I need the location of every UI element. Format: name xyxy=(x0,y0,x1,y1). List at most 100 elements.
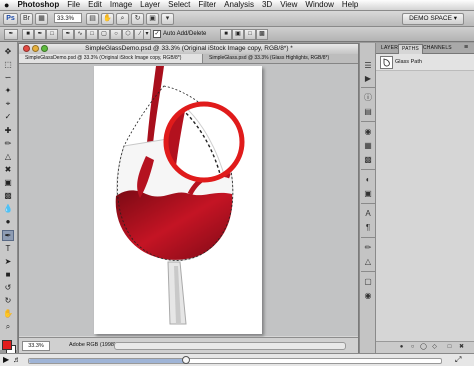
document-tab-simpleglass[interactable]: SimpleGlass.psd @ 33.3% (Glass Highlight… xyxy=(203,54,358,63)
playback-scrubber[interactable] xyxy=(181,356,190,364)
path-selection-tool-icon[interactable]: ➤ xyxy=(2,257,14,266)
healing-brush-tool-icon[interactable]: ✚ xyxy=(2,126,14,135)
history-panel-icon[interactable]: ☰ xyxy=(362,61,374,71)
volume-icon[interactable]: ♬ xyxy=(13,355,21,365)
zoom-tool-icon[interactable]: ⌕ xyxy=(116,13,129,25)
history-brush-tool-icon[interactable]: ✖ xyxy=(2,165,14,174)
actions-panel-icon[interactable]: ▶ xyxy=(362,74,374,84)
foreground-color-swatch[interactable] xyxy=(2,340,12,350)
brushes-panel-icon[interactable]: ✏ xyxy=(362,243,374,253)
make-work-path-icon[interactable]: ◇ xyxy=(431,344,438,351)
path-combine-icon[interactable]: ■ xyxy=(220,29,232,40)
apple-menu-icon[interactable]: ● xyxy=(4,0,9,10)
brush-tool-icon[interactable]: ✏ xyxy=(2,139,14,148)
document-canvas[interactable] xyxy=(94,66,262,334)
hand-tool-icon[interactable]: ✋ xyxy=(101,13,114,25)
info-panel-icon[interactable]: ⓘ xyxy=(362,93,374,103)
paragraph-panel-icon[interactable]: ¶ xyxy=(362,223,374,233)
freeform-pen-icon[interactable]: ∿ xyxy=(74,29,86,40)
menu-image[interactable]: Image xyxy=(110,0,132,10)
menu-help[interactable]: Help xyxy=(342,0,358,10)
path-subtract-icon[interactable]: □ xyxy=(244,29,256,40)
menu-edit[interactable]: Edit xyxy=(88,0,102,10)
adjustments-panel-icon[interactable]: ◐ xyxy=(362,175,374,185)
new-path-icon[interactable]: □ xyxy=(446,344,453,351)
delete-path-icon[interactable]: ✖ xyxy=(458,344,465,351)
ellipse-icon[interactable]: ○ xyxy=(110,29,122,40)
shape-layers-icon[interactable]: ■ xyxy=(22,29,34,40)
menu-view[interactable]: View xyxy=(280,0,297,10)
crop-tool-icon[interactable]: ⌖ xyxy=(2,99,14,108)
menu-analysis[interactable]: Analysis xyxy=(224,0,254,10)
menu-filter[interactable]: Filter xyxy=(198,0,216,10)
rounded-rectangle-icon[interactable]: ▢ xyxy=(98,29,110,40)
fill-path-icon[interactable]: ● xyxy=(398,344,405,351)
clone-stamp-tool-icon[interactable]: △ xyxy=(2,152,14,161)
clone-source-panel-icon[interactable]: △ xyxy=(362,257,374,267)
lasso-tool-icon[interactable]: ∽ xyxy=(2,73,14,82)
close-window-icon[interactable] xyxy=(23,45,30,52)
stroke-path-icon[interactable]: ○ xyxy=(409,344,416,351)
eyedropper-tool-icon[interactable]: ✓ xyxy=(2,112,14,121)
zoom-window-icon[interactable] xyxy=(41,45,48,52)
pen-icon[interactable]: ✒ xyxy=(62,29,74,40)
tab-channels[interactable]: CHANNELS xyxy=(420,44,455,53)
pen-tool-preset-icon[interactable]: ✒ xyxy=(4,29,18,40)
move-tool-icon[interactable]: ✥ xyxy=(2,47,14,56)
swatches-panel-icon[interactable]: ▦ xyxy=(362,141,374,151)
auto-add-delete-option[interactable]: ✓ Auto Add/Delete xyxy=(153,29,206,39)
shape-tool-icon[interactable]: ■ xyxy=(2,270,14,279)
menu-layer[interactable]: Layer xyxy=(140,0,160,10)
3d-panel-icon[interactable]: ▢ xyxy=(362,277,374,287)
arrange-documents-icon[interactable]: ▤ xyxy=(86,13,99,25)
marquee-tool-icon[interactable]: ⬚ xyxy=(2,60,14,69)
color-panel-icon[interactable]: ◉ xyxy=(362,127,374,137)
minimize-window-icon[interactable] xyxy=(32,45,39,52)
horizontal-scrollbar[interactable] xyxy=(114,342,346,350)
path-row-glass-path[interactable]: Glass Path xyxy=(376,54,474,71)
screen-mode-icon[interactable]: ▣ xyxy=(146,13,159,25)
quick-select-tool-icon[interactable]: ✦ xyxy=(2,86,14,95)
zoom-field[interactable]: 33.3% xyxy=(22,341,50,351)
gradient-tool-icon[interactable]: ▩ xyxy=(2,191,14,200)
pen-tool-icon[interactable]: ✒ xyxy=(2,230,14,241)
path-add-icon[interactable]: ▣ xyxy=(232,29,244,40)
menu-select[interactable]: Select xyxy=(168,0,190,10)
workspace-switcher[interactable]: DEMO SPACE ▾ xyxy=(402,13,464,25)
type-tool-icon[interactable]: T xyxy=(2,244,14,253)
styles-panel-icon[interactable]: ▩ xyxy=(362,155,374,165)
3d-orbit-tool-icon[interactable]: ↻ xyxy=(2,296,14,305)
fill-pixels-icon[interactable]: □ xyxy=(46,29,58,40)
menu-3d[interactable]: 3D xyxy=(262,0,272,10)
ps-logo-icon[interactable]: Ps xyxy=(3,13,18,25)
document-tab-simpleglassdemo[interactable]: SimpleGlassDemo.psd @ 33.3% (Original iS… xyxy=(19,54,203,63)
geometry-options-icon[interactable]: ▾ xyxy=(143,29,151,40)
zoom-level-select[interactable]: 33.3% xyxy=(54,13,82,23)
hand-tool-icon[interactable]: ✋ xyxy=(2,309,14,318)
auto-add-checkbox[interactable]: ✓ xyxy=(153,30,161,38)
paths-mode-icon[interactable]: ✒ xyxy=(34,29,46,40)
3d-rotate-tool-icon[interactable]: ↺ xyxy=(2,283,14,292)
path-intersect-icon[interactable]: ▩ xyxy=(256,29,268,40)
path-name[interactable]: Glass Path xyxy=(395,57,422,67)
blur-tool-icon[interactable]: 💧 xyxy=(2,204,14,213)
rectangle-icon[interactable]: □ xyxy=(86,29,98,40)
screen-mode-menu-icon[interactable]: ▾ xyxy=(161,13,174,25)
menu-file[interactable]: File xyxy=(67,0,80,10)
view-extras-icon[interactable]: ▦ xyxy=(35,13,48,25)
masks-panel-icon[interactable]: ▣ xyxy=(362,189,374,199)
play-icon[interactable]: ▶ xyxy=(3,355,9,365)
polygon-icon[interactable]: ⬡ xyxy=(122,29,134,40)
menu-photoshop[interactable]: Photoshop xyxy=(17,0,59,10)
playback-progress-bar[interactable] xyxy=(28,356,442,364)
rotate-view-icon[interactable]: ↻ xyxy=(131,13,144,25)
animation-panel-icon[interactable]: ◉ xyxy=(362,291,374,301)
menu-window[interactable]: Window xyxy=(305,0,333,10)
load-path-as-selection-icon[interactable]: ◯ xyxy=(420,344,427,351)
zoom-tool-icon[interactable]: ⌕ xyxy=(2,322,14,331)
character-panel-icon[interactable]: A xyxy=(362,209,374,219)
canvas-area[interactable] xyxy=(19,64,358,336)
fullscreen-icon[interactable]: ⤢ xyxy=(455,355,461,365)
panel-menu-icon[interactable]: ≡ xyxy=(464,44,468,52)
histogram-panel-icon[interactable]: ▤ xyxy=(362,107,374,117)
